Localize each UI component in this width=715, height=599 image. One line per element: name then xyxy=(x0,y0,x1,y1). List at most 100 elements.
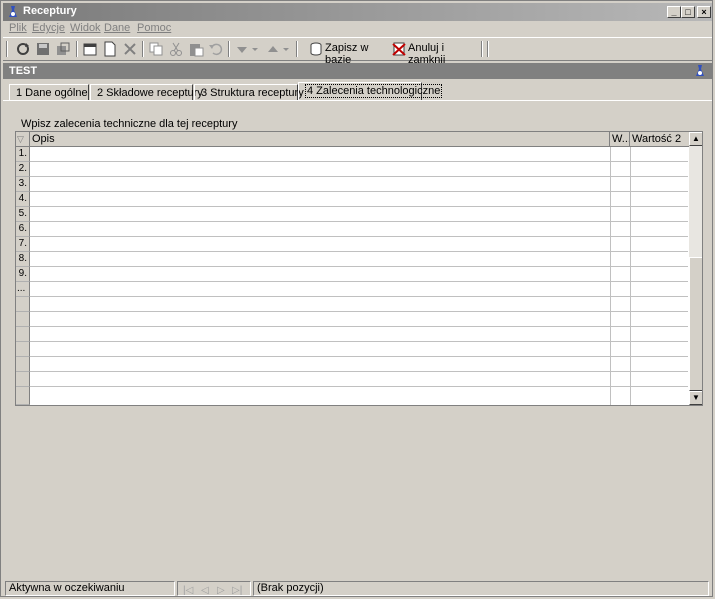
menu-widok[interactable]: Widok xyxy=(70,22,101,34)
recommendations-grid[interactable]: ▽ Opis W... Wartość 2 1. 2. 3. 4. 5. 6. … xyxy=(15,131,703,406)
app-icon xyxy=(9,6,17,17)
chevron-down-icon[interactable] xyxy=(250,41,260,57)
status-state: Aktywna w oczekiwaniu xyxy=(5,581,175,596)
row-number[interactable]: 9. xyxy=(16,267,30,282)
toolbar-separator xyxy=(487,41,489,57)
record-navigator: |◁ ◁ ▷ ▷| xyxy=(177,581,251,596)
main-window: Receptury _ □ × Plik Edycje Widok Dane P… xyxy=(0,0,713,597)
menu-pomoc[interactable]: Pomoc xyxy=(137,22,171,34)
row-number xyxy=(16,327,30,342)
row-number xyxy=(16,372,30,387)
table-row[interactable] xyxy=(30,296,688,297)
toolbar-grip xyxy=(6,41,8,57)
column-header-opis[interactable]: Opis xyxy=(30,132,610,147)
minimize-button[interactable]: _ xyxy=(667,6,681,18)
table-row[interactable] xyxy=(30,266,688,267)
row-number xyxy=(16,342,30,357)
move-down-icon[interactable] xyxy=(234,41,250,57)
table-row[interactable] xyxy=(30,341,688,342)
toolbar-separator xyxy=(481,41,483,57)
table-row[interactable] xyxy=(30,326,688,327)
menu-edycje[interactable]: Edycje xyxy=(32,22,65,34)
menu-dane[interactable]: Dane xyxy=(104,22,130,34)
cancel-and-close-button[interactable]: Anuluj i zamknij xyxy=(391,40,477,66)
tab-strip: 1 Dane ogólne 2 Składowe receptury 3 Str… xyxy=(3,82,712,102)
toolbar: Zapisz w bazie Anuluj i zamknij xyxy=(3,37,712,66)
instruction-text: Wpisz zalecenia techniczne dla tej recep… xyxy=(21,118,238,130)
section-title: TEST xyxy=(9,65,38,77)
refresh-icon[interactable] xyxy=(15,41,31,57)
toolbar-separator xyxy=(296,41,298,57)
export-icon[interactable] xyxy=(55,41,71,57)
column-divider xyxy=(630,147,631,405)
row-number[interactable]: 7. xyxy=(16,237,30,252)
paste-icon[interactable] xyxy=(188,41,204,57)
row-number[interactable]: 3. xyxy=(16,177,30,192)
section-header: TEST xyxy=(3,63,712,79)
copy-icon[interactable] xyxy=(148,41,164,57)
tab-dane-ogolne[interactable]: 1 Dane ogólne xyxy=(9,84,89,101)
row-number[interactable]: 5. xyxy=(16,207,30,222)
toolbar-separator xyxy=(76,41,78,57)
save-to-database-icon xyxy=(310,42,322,56)
cut-icon[interactable] xyxy=(168,41,184,57)
column-divider xyxy=(610,147,611,405)
table-row[interactable] xyxy=(30,371,688,372)
table-row[interactable] xyxy=(30,206,688,207)
undo-icon[interactable] xyxy=(208,41,224,57)
column-header-w[interactable]: W... xyxy=(610,132,630,147)
row-number[interactable]: ... xyxy=(16,282,30,297)
column-header-wartosc-2[interactable]: Wartość 2 xyxy=(630,132,689,147)
row-number xyxy=(16,312,30,327)
first-record-icon[interactable]: |◁ xyxy=(183,584,193,595)
table-row[interactable] xyxy=(30,161,688,162)
save-disk-icon[interactable] xyxy=(35,41,51,57)
table-row[interactable] xyxy=(30,311,688,312)
title-bar: Receptury _ □ × xyxy=(3,3,712,21)
row-number xyxy=(16,387,30,405)
vertical-scrollbar[interactable]: ▲ ▼ xyxy=(689,132,702,405)
toolbar-separator xyxy=(228,41,230,57)
table-row[interactable] xyxy=(30,176,688,177)
properties-icon[interactable] xyxy=(82,41,98,57)
tab-label: 1 Dane ogólne xyxy=(16,87,88,99)
close-button[interactable]: × xyxy=(697,6,711,18)
tab-label: 4 Zalecenia technologiczne xyxy=(305,84,443,98)
new-document-icon[interactable] xyxy=(102,41,118,57)
table-row[interactable] xyxy=(30,386,688,387)
save-to-database-button[interactable]: Zapisz w bazie xyxy=(308,40,390,66)
move-up-icon[interactable] xyxy=(265,41,281,57)
filter-icon[interactable]: ▽ xyxy=(16,132,30,147)
maximize-button[interactable]: □ xyxy=(681,6,695,18)
last-record-icon[interactable]: ▷| xyxy=(232,584,242,595)
status-bar: Aktywna w oczekiwaniu |◁ ◁ ▷ ▷| (Brak po… xyxy=(3,581,712,596)
scroll-down-button[interactable]: ▼ xyxy=(689,391,702,405)
app-icon xyxy=(696,65,704,76)
delete-icon[interactable] xyxy=(122,41,138,57)
row-number[interactable]: 6. xyxy=(16,222,30,237)
toolbar-separator xyxy=(142,41,144,57)
scroll-up-button[interactable]: ▲ xyxy=(689,132,702,146)
row-number[interactable]: 2. xyxy=(16,162,30,177)
row-number[interactable]: 8. xyxy=(16,252,30,267)
next-record-icon[interactable]: ▷ xyxy=(217,584,225,595)
row-number[interactable]: 4. xyxy=(16,192,30,207)
menu-bar: Plik Edycje Widok Dane Pomoc xyxy=(3,21,712,37)
table-row[interactable] xyxy=(30,221,688,222)
table-row[interactable] xyxy=(30,281,688,282)
tab-skladowe-receptury[interactable]: 2 Składowe receptury xyxy=(90,84,203,101)
chevron-down-icon[interactable] xyxy=(281,41,291,57)
table-row[interactable] xyxy=(30,236,688,237)
tab-zalecenia-technologiczne[interactable]: 4 Zalecenia technologiczne xyxy=(298,82,443,101)
row-number[interactable]: 1. xyxy=(16,147,30,162)
scroll-thumb[interactable] xyxy=(689,257,702,391)
row-number xyxy=(16,297,30,312)
menu-plik[interactable]: Plik xyxy=(9,22,27,34)
table-row[interactable] xyxy=(30,356,688,357)
window-title: Receptury xyxy=(23,5,77,17)
previous-record-icon[interactable]: ◁ xyxy=(201,584,209,595)
tab-struktura-receptury[interactable]: 3 Struktura receptury xyxy=(194,84,304,101)
table-row[interactable] xyxy=(30,191,688,192)
table-row[interactable] xyxy=(30,251,688,252)
status-records: (Brak pozycji) xyxy=(253,581,709,596)
